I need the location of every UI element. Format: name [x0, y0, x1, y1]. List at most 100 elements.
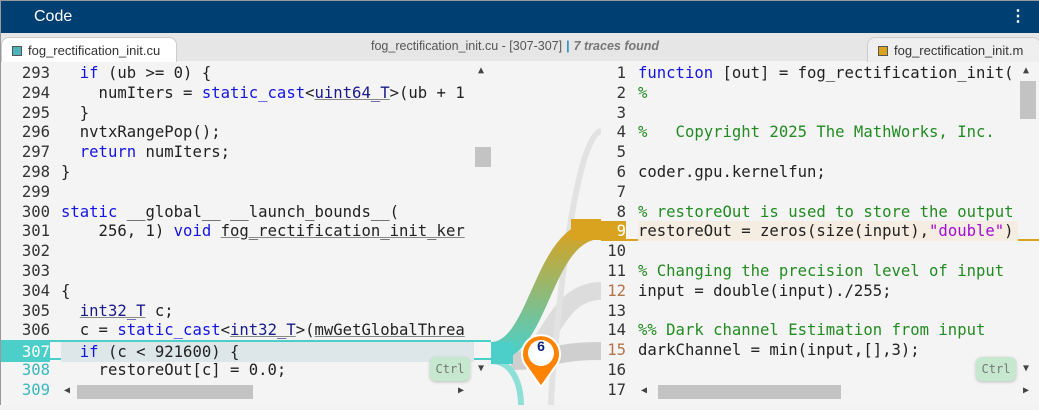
code-text[interactable]: { [61, 281, 474, 301]
scrollbar-thumb[interactable] [1020, 81, 1036, 119]
line-number[interactable]: 11 [601, 261, 626, 281]
line-number[interactable]: 14 [601, 320, 626, 340]
line-number[interactable]: 306 [1, 320, 50, 340]
code-text[interactable]: int32_T c; [61, 301, 474, 321]
line-number[interactable]: 9 [601, 221, 626, 242]
code-line[interactable]: 299 [1, 182, 491, 202]
code-text[interactable]: } [61, 103, 474, 123]
code-text[interactable]: restoreOut[c] = 0.0; [61, 360, 474, 380]
code-text[interactable]: numIters = static_cast<uint64_T>(ub + 1 [61, 83, 474, 103]
vertical-scrollbar[interactable]: ▲ ▼ [1019, 61, 1036, 381]
vertical-ellipsis-icon[interactable]: ⋮ [1010, 6, 1026, 26]
code-line[interactable]: 302 [1, 241, 491, 261]
line-number[interactable]: 295 [1, 103, 50, 123]
code-text[interactable]: coder.gpu.kernelfun; [638, 162, 1018, 182]
code-line[interactable]: 294 numIters = static_cast<uint64_T>(ub … [1, 83, 491, 103]
line-number[interactable]: 4 [601, 122, 626, 142]
code-text[interactable]: % Copyright 2025 The MathWorks, Inc. [638, 122, 1018, 142]
horizontal-scrollbar[interactable]: ◀ ▶ [61, 383, 491, 399]
line-number[interactable]: 15 [601, 340, 626, 360]
scroll-right-icon[interactable]: ▶ [1023, 385, 1029, 396]
line-number[interactable]: 304 [1, 281, 50, 301]
line-number[interactable]: 7 [601, 182, 626, 202]
code-text[interactable]: darkChannel = min(input,[],3); [638, 340, 1018, 360]
line-number[interactable]: 297 [1, 142, 50, 162]
line-number[interactable]: 2 [601, 83, 626, 103]
scrollbar-thumb[interactable] [77, 385, 253, 399]
code-line[interactable]: 295 } [1, 103, 491, 123]
code-line[interactable]: 300 static __global__ __launch_bounds__( [1, 202, 491, 222]
code-line[interactable]: 4 % Copyright 2025 The MathWorks, Inc. [601, 122, 1039, 142]
line-number[interactable]: 301 [1, 221, 50, 241]
scroll-up-icon[interactable]: ▲ [478, 65, 484, 76]
line-number[interactable]: 8 [601, 202, 626, 222]
code-line[interactable]: 297 return numIters; [1, 142, 491, 162]
cuda-code-editor[interactable]: 293 if (ub >= 0) {294 numIters = static_… [1, 61, 491, 405]
code-text[interactable]: static __global__ __launch_bounds__( [61, 202, 474, 222]
line-number[interactable]: 6 [601, 162, 626, 182]
code-text[interactable]: % [638, 83, 1018, 103]
line-number[interactable]: 294 [1, 83, 50, 103]
line-number[interactable]: 309 [1, 380, 50, 400]
trace-count-marker[interactable]: 6 [519, 331, 563, 389]
code-line[interactable]: 9 restoreOut = zeros(size(input),"double"… [601, 221, 1039, 242]
code-line[interactable]: 11 % Changing the precision level of inpu… [601, 261, 1039, 281]
scroll-left-icon[interactable]: ◀ [641, 385, 647, 396]
code-line[interactable]: 13 [601, 301, 1039, 321]
scroll-down-icon[interactable]: ▼ [1023, 363, 1029, 374]
line-number[interactable]: 305 [1, 301, 50, 321]
line-number[interactable]: 17 [601, 380, 626, 400]
code-line[interactable]: 15 darkChannel = min(input,[],3); [601, 340, 1039, 360]
line-number[interactable]: 293 [1, 63, 50, 83]
line-number[interactable]: 12 [601, 281, 626, 301]
code-text[interactable]: input = double(input)./255; [638, 281, 1018, 301]
code-line[interactable]: 307 if (c < 921600) { [1, 340, 491, 363]
code-text[interactable]: % restoreOut is used to store the output [638, 202, 1018, 222]
code-line[interactable]: 306 c = static_cast<int32_T>(mwGetGlobal… [1, 320, 491, 340]
horizontal-scrollbar[interactable]: ◀ ▶ [638, 383, 1038, 399]
code-line[interactable]: 293 if (ub >= 0) { [1, 63, 491, 83]
line-number[interactable]: 303 [1, 261, 50, 281]
vertical-scrollbar[interactable]: ▲ ▼ [474, 61, 491, 381]
line-number[interactable]: 10 [601, 241, 626, 261]
tab-matlab-file[interactable]: fog_rectification_init.m [867, 37, 1039, 62]
code-line[interactable]: 12 input = double(input)./255; [601, 281, 1039, 301]
code-line[interactable]: 16 [601, 360, 1039, 380]
line-number[interactable]: 13 [601, 301, 626, 321]
matlab-code-editor[interactable]: 1 function [out] = fog_rectification_init… [601, 61, 1039, 405]
code-line[interactable]: 2% [601, 83, 1039, 103]
code-line[interactable]: 301 256, 1) void fog_rectification_init_… [1, 221, 491, 241]
code-line[interactable]: 298} [1, 162, 491, 182]
code-line[interactable]: 5 [601, 142, 1039, 162]
line-number[interactable]: 16 [601, 360, 626, 380]
code-text[interactable]: 256, 1) void fog_rectification_init_ker [61, 221, 474, 241]
line-number[interactable]: 298 [1, 162, 50, 182]
code-line[interactable]: 296 nvtxRangePop(); [1, 122, 491, 142]
code-line[interactable]: 3 [601, 103, 1039, 123]
code-text[interactable]: function [out] = fog_rectification_init( [638, 63, 1018, 83]
code-line[interactable]: 7 [601, 182, 1039, 202]
scrollbar-thumb[interactable] [658, 385, 841, 399]
tab-cuda-file[interactable]: fog_rectification_init.cu [1, 37, 177, 62]
line-number[interactable]: 5 [601, 142, 626, 162]
code-text[interactable]: if (ub >= 0) { [61, 63, 474, 83]
code-text[interactable]: c = static_cast<int32_T>(mwGetGlobalThre… [61, 320, 474, 340]
line-number[interactable]: 300 [1, 202, 50, 222]
code-text[interactable]: % Changing the precision level of input [638, 261, 1018, 281]
code-text[interactable]: restoreOut = zeros(size(input),"double") [638, 221, 1018, 242]
code-line[interactable]: 304 { [1, 281, 491, 301]
code-line[interactable]: 305 int32_T c; [1, 301, 491, 321]
code-line[interactable]: 8 % restoreOut is used to store the outpu… [601, 202, 1039, 222]
line-number[interactable]: 302 [1, 241, 50, 261]
line-number[interactable]: 296 [1, 122, 50, 142]
line-number[interactable]: 3 [601, 103, 626, 123]
code-line[interactable]: 308 restoreOut[c] = 0.0; [1, 360, 491, 380]
scrollbar-thumb[interactable] [475, 147, 491, 167]
line-number[interactable]: 308 [1, 360, 50, 380]
line-number[interactable]: 299 [1, 182, 50, 202]
code-line[interactable]: 14 %% Dark channel Estimation from input [601, 320, 1039, 340]
scroll-down-icon[interactable]: ▼ [478, 363, 484, 374]
line-number[interactable]: 1 [601, 63, 626, 83]
code-text[interactable]: nvtxRangePop(); [61, 122, 474, 142]
code-text[interactable]: %% Dark channel Estimation from input [638, 320, 1018, 340]
